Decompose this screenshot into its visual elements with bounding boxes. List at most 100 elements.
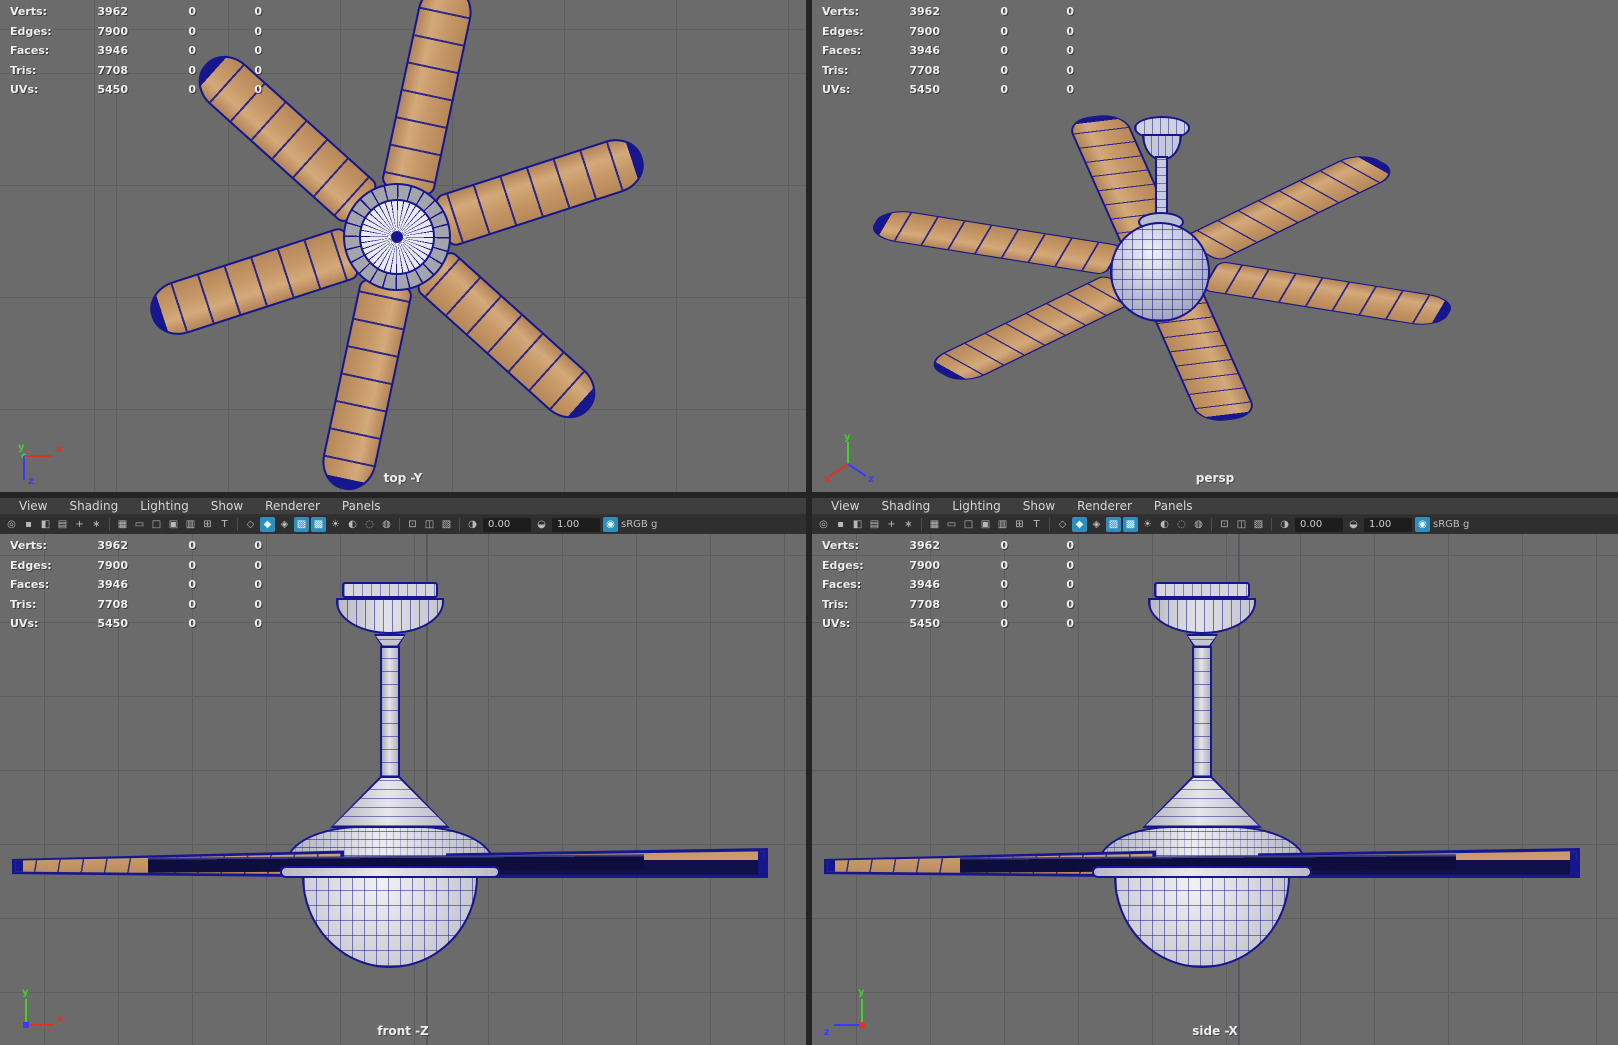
viewport-panel-side[interactable]: View Shading Lighting Show Renderer Panels ◎ ▪… <box>812 498 1618 1045</box>
lock-camera-icon[interactable]: ▪ <box>21 517 36 532</box>
menu-renderer[interactable]: Renderer <box>254 499 331 513</box>
menu-show[interactable]: Show <box>200 499 254 513</box>
viewport-persp-canvas[interactable]: Verts: 3962 0 0 Edges: 7900 0 0 Faces: 3946 0 0 Tris… <box>812 0 1618 492</box>
paint-select-icon[interactable]: ∗ <box>901 517 916 532</box>
safe-title-icon[interactable]: T <box>217 517 232 532</box>
2d-pan-zoom-icon[interactable]: + <box>72 517 87 532</box>
gamma-icon[interactable]: ◒ <box>534 517 549 532</box>
gamma-field[interactable]: 1.00 <box>552 517 600 532</box>
ambient-occlusion-icon[interactable]: ◌ <box>1174 517 1189 532</box>
srgb-gamma-icon[interactable]: ◉ <box>603 517 618 532</box>
menu-show[interactable]: Show <box>1012 499 1066 513</box>
film-gate-icon[interactable]: ▭ <box>944 517 959 532</box>
exposure-icon[interactable]: ◑ <box>1277 517 1292 532</box>
xray-icon[interactable]: ◫ <box>422 517 437 532</box>
colorspace-label: sRGB g <box>1433 519 1470 530</box>
menu-panels[interactable]: Panels <box>331 499 392 513</box>
shadows-icon[interactable]: ◐ <box>345 517 360 532</box>
colorspace-label: sRGB g <box>621 519 658 530</box>
stats-value: 0 <box>188 5 196 18</box>
image-plane-icon[interactable]: ▤ <box>867 517 882 532</box>
gamma-field[interactable]: 1.00 <box>1364 517 1412 532</box>
textured-icon[interactable]: ▨ <box>294 517 309 532</box>
fan-blade <box>143 225 362 343</box>
smooth-shade-icon[interactable]: ◆ <box>260 517 275 532</box>
viewport-side-canvas[interactable]: Verts: 3962 0 0 Edges: 7900 0 0 Faces: 3946 0 0 Tris… <box>812 534 1618 1045</box>
stats-row: Tris: 7708 0 0 <box>0 596 270 616</box>
paint-select-icon[interactable]: ∗ <box>89 517 104 532</box>
menu-lighting[interactable]: Lighting <box>941 499 1012 513</box>
viewport-label: persp <box>1195 471 1235 485</box>
menu-shading[interactable]: Shading <box>58 499 129 513</box>
menu-shading[interactable]: Shading <box>870 499 941 513</box>
stats-value: 7900 <box>909 558 940 572</box>
heads-up-display-stats: Verts: 3962 0 0 Edges: 7900 0 0 Faces: 3946 0 0 Tris… <box>812 3 1082 101</box>
menu-renderer[interactable]: Renderer <box>1066 499 1143 513</box>
axis-triad-front: y x <box>22 987 64 1028</box>
stats-row: Edges: 7900 0 0 <box>812 23 1082 43</box>
image-plane-icon[interactable]: ▤ <box>55 517 70 532</box>
toolbar-separator <box>1211 518 1212 531</box>
viewport-panel-front[interactable]: View Shading Lighting Show Renderer Panels ◎ ▪… <box>0 498 806 1045</box>
wireframe-icon[interactable]: ◇ <box>1055 517 1070 532</box>
fan-canopy-disc <box>1154 582 1250 598</box>
gate-mask-icon[interactable]: ▣ <box>166 517 181 532</box>
menu-lighting[interactable]: Lighting <box>129 499 200 513</box>
plane-toggle-icon[interactable]: ▧ <box>1251 517 1266 532</box>
field-chart-icon[interactable]: ▥ <box>995 517 1010 532</box>
grid-toggle-icon[interactable]: ▦ <box>927 517 942 532</box>
viewport-panel-top[interactable]: Verts: 3962 0 0 Edges: 7900 0 0 Faces: 3946 0 0 Tris… <box>0 0 806 492</box>
motion-blur-icon[interactable]: ◍ <box>1191 517 1206 532</box>
safe-action-icon[interactable]: ⊞ <box>1012 517 1027 532</box>
motion-blur-icon[interactable]: ◍ <box>379 517 394 532</box>
plane-toggle-icon[interactable]: ▧ <box>439 517 454 532</box>
stats-row: Faces: 3946 0 0 <box>0 576 270 596</box>
exposure-field[interactable]: 0.00 <box>483 517 531 532</box>
lights-icon[interactable]: ☀ <box>328 517 343 532</box>
stats-row: Tris: 7708 0 0 <box>812 596 1082 616</box>
menu-view[interactable]: View <box>8 499 58 513</box>
2d-pan-zoom-icon[interactable]: + <box>884 517 899 532</box>
isolate-select-icon[interactable]: ⊡ <box>1217 517 1232 532</box>
viewport-panel-persp[interactable]: Verts: 3962 0 0 Edges: 7900 0 0 Faces: 3946 0 0 Tris… <box>812 0 1618 492</box>
textured-icon[interactable]: ▨ <box>1106 517 1121 532</box>
stats-value: 7708 <box>97 597 128 611</box>
select-camera-icon[interactable]: ◎ <box>4 517 19 532</box>
srgb-gamma-icon[interactable]: ◉ <box>1415 517 1430 532</box>
exposure-field[interactable]: 0.00 <box>1295 517 1343 532</box>
shadows-icon[interactable]: ◐ <box>1157 517 1172 532</box>
safe-action-icon[interactable]: ⊞ <box>200 517 215 532</box>
use-default-material-icon[interactable]: ▩ <box>1123 517 1138 532</box>
exposure-icon[interactable]: ◑ <box>465 517 480 532</box>
resolution-gate-icon[interactable]: □ <box>149 517 164 532</box>
viewport-top-canvas[interactable]: Verts: 3962 0 0 Edges: 7900 0 0 Faces: 3946 0 0 Tris… <box>0 0 806 492</box>
lock-camera-icon[interactable]: ▪ <box>833 517 848 532</box>
smooth-shade-icon[interactable]: ◆ <box>1072 517 1087 532</box>
wireframe-on-shaded-icon[interactable]: ◈ <box>277 517 292 532</box>
stats-row: Tris: 7708 0 0 <box>0 62 270 82</box>
wireframe-icon[interactable]: ◇ <box>243 517 258 532</box>
lights-icon[interactable]: ☀ <box>1140 517 1155 532</box>
use-default-material-icon[interactable]: ▩ <box>311 517 326 532</box>
safe-title-icon[interactable]: T <box>1029 517 1044 532</box>
gamma-icon[interactable]: ◒ <box>1346 517 1361 532</box>
gate-mask-icon[interactable]: ▣ <box>978 517 993 532</box>
film-gate-icon[interactable]: ▭ <box>132 517 147 532</box>
menu-view[interactable]: View <box>820 499 870 513</box>
viewport-front-canvas[interactable]: Verts: 3962 0 0 Edges: 7900 0 0 Faces: 3946 0 0 Tris… <box>0 534 806 1045</box>
resolution-gate-icon[interactable]: □ <box>961 517 976 532</box>
field-chart-icon[interactable]: ▥ <box>183 517 198 532</box>
camera-bookmark-icon[interactable]: ◧ <box>850 517 865 532</box>
camera-bookmark-icon[interactable]: ◧ <box>38 517 53 532</box>
svg-text:x: x <box>824 474 831 485</box>
grid-toggle-icon[interactable]: ▦ <box>115 517 130 532</box>
xray-icon[interactable]: ◫ <box>1234 517 1249 532</box>
stats-row: Edges: 7900 0 0 <box>0 23 270 43</box>
ambient-occlusion-icon[interactable]: ◌ <box>362 517 377 532</box>
isolate-select-icon[interactable]: ⊡ <box>405 517 420 532</box>
menu-panels[interactable]: Panels <box>1143 499 1204 513</box>
fan-blade <box>1178 150 1402 262</box>
wireframe-on-shaded-icon[interactable]: ◈ <box>1089 517 1104 532</box>
select-camera-icon[interactable]: ◎ <box>816 517 831 532</box>
fan-canopy-bowl <box>1148 598 1256 634</box>
